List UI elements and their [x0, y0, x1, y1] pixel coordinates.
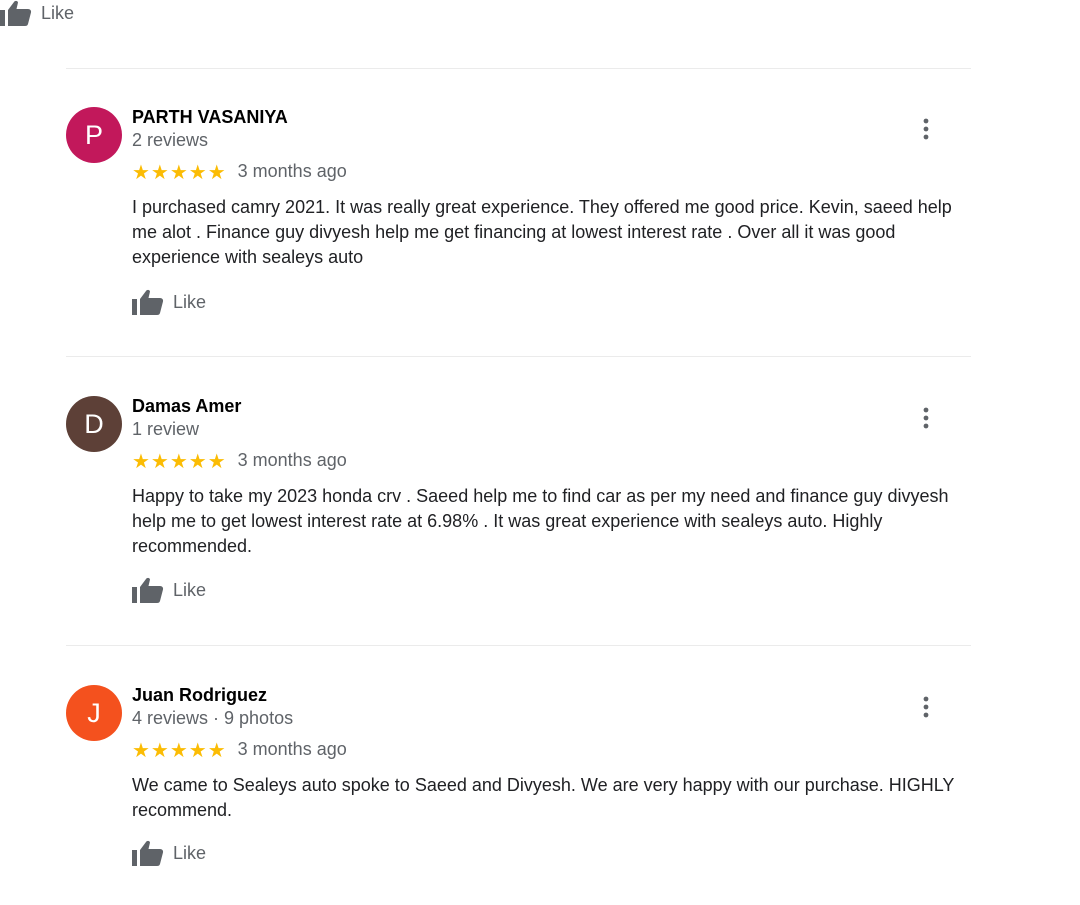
avatar-letter: P: [84, 119, 103, 150]
avatar-letter: J: [87, 697, 101, 728]
review-card: D Damas Amer 1 review ★★★★★ 3 months ago…: [66, 396, 971, 611]
rating-row: ★★★★★ 3 months ago: [132, 161, 347, 182]
review-card: J Juan Rodriguez 4 reviews · 9 photos ★★…: [66, 685, 971, 875]
reviewer-meta: 2 reviews: [132, 130, 209, 150]
more-vert-icon[interactable]: [916, 117, 936, 141]
divider: [66, 356, 971, 357]
more-vert-icon[interactable]: [916, 406, 936, 430]
star-rating: ★★★★★: [132, 448, 227, 473]
review-text: I purchased camry 2021. It was really gr…: [132, 197, 952, 267]
rating-row: ★★★★★ 3 months ago: [132, 739, 347, 760]
thumb-up-icon: [132, 840, 164, 866]
star-rating: ★★★★★: [132, 737, 227, 762]
thumb-up-icon: [0, 0, 32, 27]
review-date: 3 months ago: [237, 739, 347, 759]
reviewer-meta: 1 review: [132, 419, 200, 439]
like-button[interactable]: Like: [132, 576, 206, 604]
thumb-up-icon: [132, 289, 164, 315]
like-button[interactable]: Like: [0, 0, 75, 27]
review-text: Happy to take my 2023 honda crv . Saeed …: [132, 486, 949, 556]
rating-row: ★★★★★ 3 months ago: [132, 450, 347, 471]
divider: [66, 68, 971, 69]
thumb-up-icon: [132, 577, 164, 603]
review-date: 3 months ago: [237, 161, 347, 181]
divider: [66, 645, 971, 646]
review-card: P PARTH VASANIYA 2 reviews ★★★★★ 3 month…: [66, 107, 971, 322]
like-label: Like: [173, 842, 207, 863]
like-button[interactable]: Like: [132, 839, 206, 867]
reviewer-name[interactable]: Damas Amer: [132, 396, 241, 417]
reviewer-name[interactable]: PARTH VASANIYA: [132, 107, 288, 128]
like-button[interactable]: Like: [132, 288, 206, 316]
reviewer-meta: 4 reviews · 9 photos: [132, 708, 294, 728]
like-label: Like: [173, 291, 207, 312]
avatar[interactable]: P: [66, 107, 122, 163]
avatar[interactable]: D: [66, 396, 122, 452]
reviewer-name[interactable]: Juan Rodriguez: [132, 685, 267, 706]
like-label: Like: [173, 579, 207, 600]
like-label: Like: [41, 2, 75, 23]
review-text: We came to Sealeys auto spoke to Saeed a…: [132, 775, 955, 820]
more-vert-icon[interactable]: [916, 695, 936, 719]
avatar-letter: D: [84, 408, 104, 439]
star-rating: ★★★★★: [132, 159, 227, 184]
review-date: 3 months ago: [237, 450, 347, 470]
avatar[interactable]: J: [66, 685, 122, 741]
